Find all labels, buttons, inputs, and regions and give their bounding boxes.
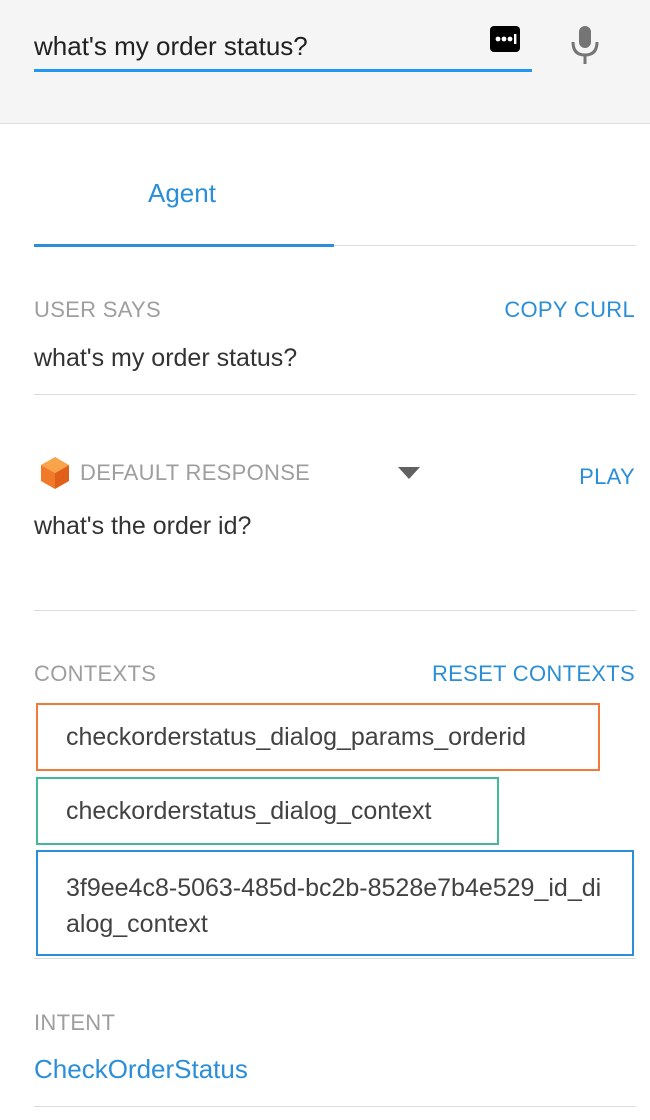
chevron-down-icon[interactable] [398,466,420,479]
context-name: checkorderstatus_dialog_params_orderid [66,722,526,751]
response-text: what's the order id? [34,512,252,540]
context-name: 3f9ee4c8-5063-485d-bc2b-8528e7b4e529_id_… [66,874,602,938]
cube-icon [40,456,70,490]
intent-link[interactable]: CheckOrderStatus [34,1054,248,1085]
tab-active-indicator [34,244,334,247]
query-input-underline [34,69,532,72]
context-name: checkorderstatus_dialog_context [66,796,432,825]
intent-label: INTENT [34,1010,116,1035]
divider [34,394,636,395]
play-button[interactable]: PLAY [579,464,635,490]
context-chip: checkorderstatus_dialog_params_orderid [36,703,600,771]
user-says-text: what's my order status? [34,344,298,372]
query-input[interactable] [34,24,474,68]
microphone-icon[interactable] [568,22,602,66]
user-says-label: USER SAYS [34,297,161,322]
context-chip: checkorderstatus_dialog_context [36,777,499,845]
default-response-label: DEFAULT RESPONSE [80,460,311,485]
contexts-label: CONTEXTS [34,661,157,686]
query-bar [0,0,650,124]
reset-contexts-button[interactable]: RESET CONTEXTS [432,661,635,687]
tab-divider [334,245,636,246]
divider [34,610,636,611]
copy-curl-button[interactable]: COPY CURL [504,297,635,323]
tab-agent-label: Agent [148,178,216,208]
tab-agent[interactable]: Agent [34,160,334,246]
divider [34,1106,636,1107]
context-chip: 3f9ee4c8-5063-485d-bc2b-8528e7b4e529_id_… [36,850,634,956]
divider [34,958,636,959]
more-options-icon[interactable] [490,26,520,52]
